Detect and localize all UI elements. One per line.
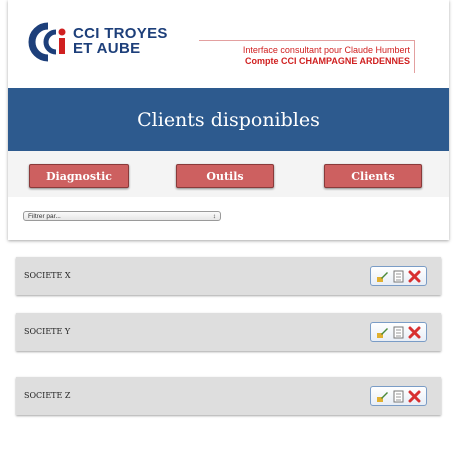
account-name-text: Compte CCI CHAMPAGNE ARDENNES — [244, 56, 410, 66]
cci-logo: CCI TROYES ET AUBE — [26, 22, 206, 66]
delete-icon[interactable] — [408, 390, 421, 403]
client-name: SOCIETE X — [24, 271, 71, 280]
logo-text-line1: CCI TROYES — [73, 25, 168, 42]
consultant-info: Interface consultant pour Claude Humbert… — [199, 40, 415, 73]
cci-logo-mark — [28, 22, 66, 62]
header-panel: CCI TROYES ET AUBE Interface consultant … — [8, 0, 449, 240]
edit-icon[interactable] — [376, 390, 389, 403]
delete-icon[interactable] — [408, 326, 421, 339]
title-banner: Clients disponibles — [8, 88, 449, 151]
clients-button[interactable]: Clients — [324, 164, 422, 188]
outils-button[interactable]: Outils — [176, 164, 274, 188]
filter-select[interactable]: Filtrer par... ↕ — [23, 211, 221, 221]
edit-icon[interactable] — [376, 270, 389, 283]
filter-selected-text: Filtrer par... — [28, 212, 61, 220]
row-actions — [370, 322, 427, 342]
row-actions — [370, 386, 427, 406]
diagnostic-button[interactable]: Diagnostic — [29, 164, 129, 188]
document-icon[interactable] — [392, 390, 405, 403]
page-title: Clients disponibles — [137, 108, 320, 131]
nav-bar: Diagnostic Outils Clients — [8, 151, 449, 197]
row-actions — [370, 266, 427, 286]
client-name: SOCIETE Z — [24, 391, 71, 400]
logo-text-line2: ET AUBE — [73, 40, 141, 57]
select-arrows-icon: ↕ — [212, 212, 216, 220]
document-icon[interactable] — [392, 326, 405, 339]
client-row: SOCIETE Y — [16, 313, 441, 351]
delete-icon[interactable] — [408, 270, 421, 283]
client-row: SOCIETE Z — [16, 377, 441, 415]
client-row: SOCIETE X — [16, 257, 441, 295]
edit-icon[interactable] — [376, 326, 389, 339]
consultant-name-text: Interface consultant pour Claude Humbert — [242, 45, 410, 55]
client-name: SOCIETE Y — [24, 327, 71, 336]
document-icon[interactable] — [392, 270, 405, 283]
